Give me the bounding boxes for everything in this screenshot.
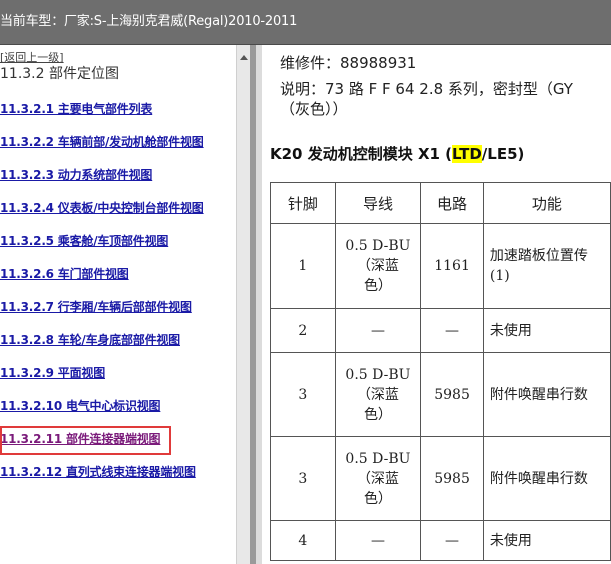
- column-header-wire: 导线: [334, 182, 422, 224]
- toc-item[interactable]: 11.3.2.8 车轮/车身底部部件视图: [0, 331, 180, 348]
- section-title: 11.3.2 部件定位图: [0, 66, 119, 82]
- cell-wire: —: [334, 520, 422, 561]
- wire-text: —: [370, 322, 385, 339]
- toc-item[interactable]: 11.3.2.4 仪表板/中央控制台部件视图: [0, 199, 204, 216]
- toc-item[interactable]: 11.3.2.2 车辆前部/发动机舱部件视图: [0, 133, 204, 150]
- toc-item[interactable]: 11.3.2.9 平面视图: [0, 364, 105, 381]
- wire-text: —: [370, 532, 385, 549]
- cell-function: 附件唤醒串行数: [482, 436, 611, 521]
- cell-circuit: 5985: [420, 352, 484, 437]
- table-row: 3 0.5 D-BU （深蓝色） 5985 附件唤醒串行数: [270, 352, 611, 437]
- function-text: 附件唤醒串行数: [489, 386, 588, 403]
- column-header-function: 功能: [482, 182, 611, 224]
- heading-prefix: K20 发动机控制模块 X1 (: [270, 145, 453, 163]
- table-header-row: 针脚 导线 电路 功能: [270, 182, 611, 224]
- toc-pane: [返回上一级] 11.3.2 部件定位图 11.3.2.1 主要电气部件列表 11…: [0, 45, 236, 564]
- cell-wire: 0.5 D-BU （深蓝色）: [334, 352, 422, 437]
- toc-item[interactable]: 11.3.2.6 车门部件视图: [0, 265, 129, 282]
- function-text: 加速踏板位置传: [489, 248, 588, 264]
- wire-text: 色）: [363, 278, 392, 294]
- cell-pin: 3: [270, 352, 336, 437]
- cell-pin: 2: [270, 308, 336, 353]
- table-row: 2 — — 未使用: [270, 308, 611, 353]
- cell-circuit: 1161: [420, 223, 484, 309]
- table-row: 1 0.5 D-BU （深蓝色） 1161 加速踏板位置传 (1): [270, 223, 611, 309]
- toc-item[interactable]: 11.3.2.10 电气中心标识视图: [0, 397, 161, 414]
- cell-pin: 1: [270, 223, 336, 309]
- cell-function: 未使用: [482, 520, 611, 561]
- cell-wire: 0.5 D-BU （深蓝色）: [334, 436, 422, 521]
- heading-highlight: LTD: [452, 145, 482, 163]
- connector-heading: K20 发动机控制模块 X1 (LTD/LE5): [270, 143, 524, 164]
- cell-function: 未使用: [482, 308, 611, 353]
- title-bar: 当前车型：厂家:S-上海别克君威(Regal)2010-2011: [0, 0, 611, 45]
- cell-circuit: 5985: [420, 436, 484, 521]
- toc-item[interactable]: 11.3.2.3 动力系统部件视图: [0, 166, 152, 183]
- cell-wire: —: [334, 308, 422, 353]
- wire-text: （深蓝: [356, 258, 399, 274]
- wire-text: 0.5 D-BU: [345, 238, 411, 254]
- cell-wire: 0.5 D-BU （深蓝色）: [334, 223, 422, 309]
- toc-item[interactable]: 11.3.2.1 主要电气部件列表: [0, 100, 152, 117]
- description-line-2: （灰色））: [280, 100, 348, 118]
- wire-text: 0.5 D-BU: [345, 450, 411, 467]
- cell-pin: 3: [270, 436, 336, 521]
- wire-text: （深蓝: [356, 470, 399, 487]
- toc-item[interactable]: 11.3.2.12 直列式线束连接器端视图: [0, 463, 196, 480]
- cell-circuit: —: [420, 308, 484, 353]
- function-text: 未使用: [489, 532, 532, 549]
- wire-text: 0.5 D-BU: [345, 366, 411, 383]
- cell-function: 加速踏板位置传 (1): [482, 223, 611, 309]
- table-row: 4 — — 未使用: [270, 520, 611, 561]
- function-text: 未使用: [489, 322, 532, 339]
- toc-item[interactable]: 11.3.2.5 乘客舱/车顶部件视图: [0, 232, 168, 249]
- column-header-circuit: 电路: [420, 182, 484, 224]
- cell-function: 附件唤醒串行数: [482, 352, 611, 437]
- wire-text: 色）: [363, 490, 392, 507]
- cell-circuit: —: [420, 520, 484, 561]
- scroll-up-icon[interactable]: [240, 55, 248, 60]
- function-text: 附件唤醒串行数: [489, 470, 588, 487]
- description-line-1: 说明：73 路 F F 64 2.8 系列，密封型（GY: [280, 80, 573, 98]
- window-title: 当前车型：厂家:S-上海别克君威(Regal)2010-2011: [0, 14, 298, 29]
- function-text: (1): [489, 268, 510, 284]
- cell-pin: 4: [270, 520, 336, 561]
- table-row: 3 0.5 D-BU （深蓝色） 5985 附件唤醒串行数: [270, 436, 611, 521]
- content-pane: 维修件：88988931 说明：73 路 F F 64 2.8 系列，密封型（G…: [262, 45, 611, 564]
- wire-text: （深蓝: [356, 386, 399, 403]
- toc-scrollbar[interactable]: [236, 45, 251, 564]
- service-part-number: 维修件：88988931: [280, 54, 417, 72]
- pinout-table: 针脚 导线 电路 功能 1 0.5 D-BU （深蓝 色） 1161 加速踏板位置传 (1)…: [270, 182, 611, 561]
- selection-highlight-box: [0, 426, 171, 455]
- toc-item[interactable]: 11.3.2.7 行李厢/车辆后部部件视图: [0, 298, 192, 315]
- heading-suffix: /LE5): [481, 145, 525, 163]
- wire-text: 色）: [363, 406, 392, 423]
- column-header-pin: 针脚: [270, 182, 336, 224]
